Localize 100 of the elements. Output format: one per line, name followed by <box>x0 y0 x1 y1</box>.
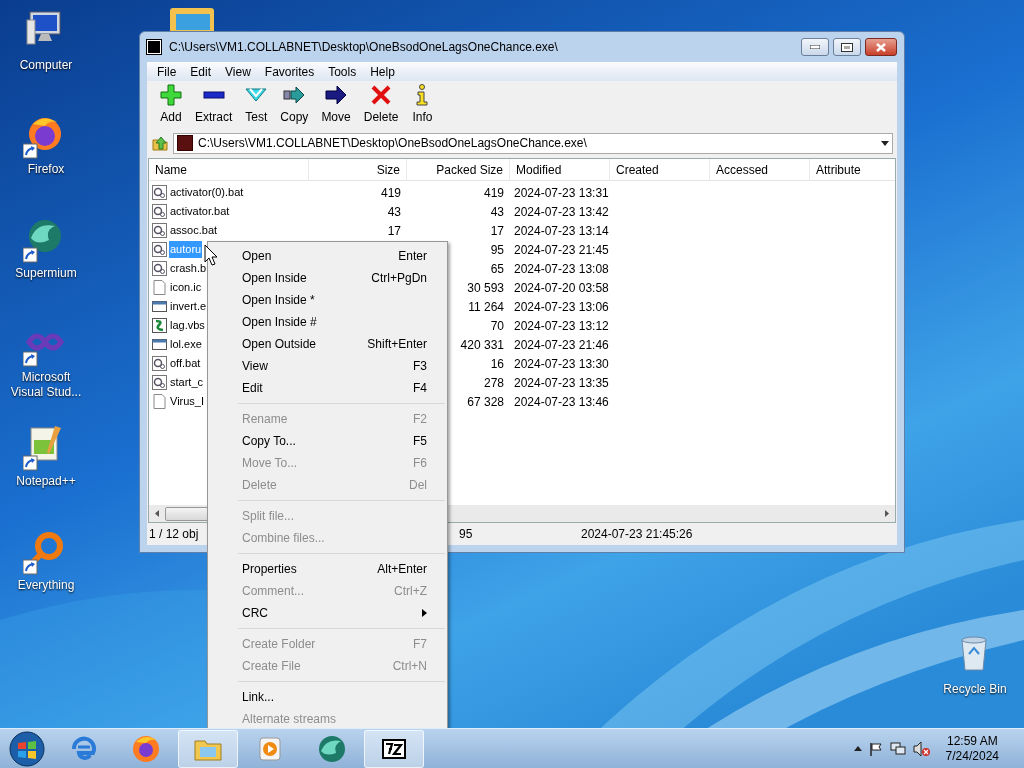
maximize-button[interactable] <box>833 38 861 56</box>
file-name[interactable]: assoc.bat <box>169 222 219 239</box>
network-icon[interactable] <box>889 741 906 756</box>
packed-size-cell: 95 <box>490 242 504 257</box>
file-name[interactable]: invert.e <box>169 298 208 315</box>
menu-item[interactable]: Favorites <box>257 62 322 81</box>
minimize-button[interactable] <box>801 38 829 56</box>
exe-file-icon <box>152 298 168 315</box>
file-name[interactable]: Virus_I <box>169 393 206 410</box>
desktop-icon-label[interactable]: Recycle Bin <box>943 682 1007 697</box>
desktop-icon-label[interactable]: Firefox <box>27 162 65 177</box>
desktop-icon-label[interactable]: Notepad++ <box>16 474 76 489</box>
context-menu-item[interactable]: Open Outside Shift+Enter <box>208 333 447 355</box>
file-name[interactable]: icon.ic <box>169 279 203 296</box>
toolbar-button[interactable]: Extract <box>189 84 239 126</box>
context-menu-item[interactable]: Open Inside # <box>208 311 447 333</box>
toolbar-button[interactable]: Test <box>239 84 274 126</box>
speaker-muted-icon[interactable] <box>912 740 931 757</box>
menu-item[interactable]: Help <box>363 62 402 81</box>
context-menu-item[interactable]: View F3 <box>208 355 447 377</box>
modified-cell: 2024-07-23 21:46 <box>514 337 609 352</box>
packed-size-cell: 278 <box>483 375 504 390</box>
menu-item[interactable]: Edit <box>183 62 219 81</box>
context-menu-item[interactable]: Copy To... F5 <box>208 430 447 452</box>
copy-icon <box>283 84 306 106</box>
file-name[interactable]: lol.exe <box>169 336 203 353</box>
bat-file-icon <box>152 203 168 220</box>
file-name[interactable]: crash.b <box>169 260 208 277</box>
modified-cell: 2024-07-23 13:14 <box>514 223 609 238</box>
file-name[interactable]: lag.vbs <box>169 317 206 334</box>
file-name[interactable]: activator(0).bat <box>169 184 245 201</box>
toolbar-button[interactable]: Delete <box>357 84 405 126</box>
column-header[interactable]: Name <box>149 159 309 181</box>
app-icon <box>147 40 161 54</box>
address-field[interactable]: C:\Users\VM1.COLLABNET\Desktop\OneBsodOneLagsOneChance.exe\ <box>173 132 893 154</box>
packed-size-cell: 70 <box>490 318 504 333</box>
modified-cell: 2024-07-23 13:35 <box>514 375 609 390</box>
toolbar-button[interactable]: Info <box>405 84 440 126</box>
windows-logo-icon <box>9 730 45 767</box>
flag-icon[interactable] <box>868 741 883 756</box>
status-text: 95 <box>459 527 473 541</box>
context-menu-item[interactable]: Properties Alt+Enter <box>208 558 447 580</box>
modified-cell: 2024-07-23 13:08 <box>514 261 609 276</box>
clock-time: 12:59 AM <box>946 733 998 749</box>
status-text: 2024-07-23 21:45:26 <box>581 527 693 541</box>
clock-date: 7/24/2024 <box>945 748 999 764</box>
maximize-icon <box>841 42 853 52</box>
context-menu-item[interactable]: Link... <box>208 686 447 708</box>
modified-cell: 2024-07-20 03:58 <box>514 280 609 295</box>
clock[interactable]: 12:59 AM 7/24/2024 <box>945 733 999 764</box>
add-icon <box>160 84 182 106</box>
modified-cell: 2024-07-23 13:06 <box>514 299 609 314</box>
file-name[interactable]: off.bat <box>169 355 202 372</box>
menu-item[interactable]: View <box>218 62 258 81</box>
desktop-icon-label[interactable]: Microsoft Visual Stud... <box>8 370 84 400</box>
packed-size-cell: 43 <box>490 204 504 219</box>
show-hidden-icons-icon[interactable] <box>853 746 862 751</box>
toolbar-button[interactable]: Move <box>315 84 357 126</box>
column-header[interactable]: Accessed <box>710 159 810 181</box>
modified-cell: 2024-07-23 13:31 <box>514 185 609 200</box>
modified-cell: 2024-07-23 13:42 <box>514 204 609 219</box>
menu-item[interactable]: File <box>150 62 184 81</box>
submenu-arrow-icon <box>422 609 427 617</box>
toolbar-button[interactable]: Copy <box>274 84 315 126</box>
column-header[interactable]: Size <box>309 159 407 181</box>
packed-size-cell: 30 593 <box>467 280 504 295</box>
modified-cell: 2024-07-23 13:12 <box>514 318 609 333</box>
folder-icon <box>170 8 214 34</box>
bat-file-icon <box>152 184 168 201</box>
modified-cell: 2024-07-23 21:45 <box>514 242 609 257</box>
desktop-icon-label[interactable]: Computer <box>19 58 73 73</box>
column-header[interactable]: Created <box>610 159 710 181</box>
bat-file-icon <box>152 355 168 372</box>
delete-icon <box>370 84 393 106</box>
close-button[interactable] <box>865 38 897 56</box>
blank-file-icon <box>152 279 168 296</box>
file-icon <box>177 135 193 151</box>
size-cell: 43 <box>387 204 401 219</box>
context-menu-item[interactable]: Open Inside * <box>208 289 447 311</box>
packed-size-cell: 420 331 <box>460 337 504 352</box>
packed-size-cell: 11 264 <box>468 299 504 314</box>
menu-item[interactable]: Tools <box>321 62 364 81</box>
context-menu-item[interactable]: CRC <box>208 602 447 624</box>
context-menu-item[interactable]: Edit F4 <box>208 377 447 399</box>
context-menu-item[interactable]: Open Inside Ctrl+PgDn <box>208 267 447 289</box>
packed-size-cell: 65 <box>490 261 504 276</box>
size-cell: 419 <box>380 185 401 200</box>
file-name[interactable]: start_c <box>169 374 204 391</box>
size-cell: 17 <box>387 223 401 238</box>
desktop-icon-label[interactable]: Supermium <box>15 266 77 281</box>
bat-file-icon <box>152 241 168 258</box>
toolbar-button[interactable]: Add <box>154 84 188 126</box>
desktop-icon-label[interactable]: Everything <box>17 578 75 593</box>
column-header[interactable]: Attribute <box>810 159 895 181</box>
column-header[interactable]: Packed Size <box>407 159 510 181</box>
file-name[interactable]: activator.bat <box>169 203 231 220</box>
column-header[interactable]: Modified <box>510 159 610 181</box>
taskbar-button[interactable] <box>364 729 424 768</box>
minimize-icon <box>810 45 820 49</box>
move-icon <box>325 84 348 106</box>
